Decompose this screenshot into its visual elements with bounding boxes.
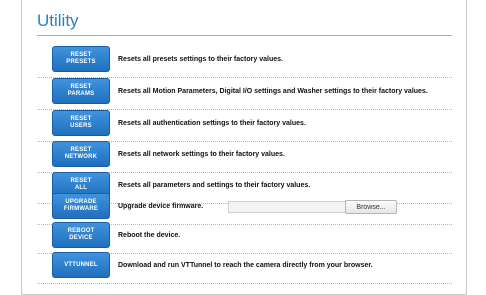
reset-network-description: Resets all network settings to their fac… [118,150,285,158]
reset-all-button-line2: ALL [74,185,88,191]
reset-presets-row: RESET PRESETS Resets all presets setting… [37,46,452,78]
reboot-device-row: REBOOT DEVICE Reboot the device. [37,222,452,254]
reset-network-row: RESET NETWORK Resets all network setting… [37,141,452,173]
reboot-device-description: Reboot the device. [118,231,181,239]
reset-params-button[interactable]: RESET PARAMS [52,78,110,104]
reset-network-button-line1: RESET [70,147,92,153]
upgrade-firmware-button-line2: FIRMWARE [63,206,99,212]
reset-presets-button-line2: PRESETS [66,59,96,65]
vttunnel-button[interactable]: VTTUNNEL [52,252,110,278]
reset-network-button-line2: NETWORK [64,154,98,160]
reboot-device-button[interactable]: REBOOT DEVICE [52,222,110,248]
reboot-device-button-line1: REBOOT [67,228,95,234]
upgrade-firmware-button[interactable]: UPGRADE FIRMWARE [52,193,110,219]
reset-params-description: Resets all Motion Parameters, Digital I/… [118,87,428,95]
reset-users-button-line1: RESET [70,116,92,122]
section-title: Utility [37,11,79,30]
upgrade-firmware-description: Upgrade device firmware. [118,202,204,210]
reset-users-button-line2: USERS [70,123,92,129]
vttunnel-row: VTTUNNEL Download and run VTTunnel to re… [37,252,452,284]
vttunnel-button-label: VTTUNNEL [64,261,98,268]
upgrade-firmware-button-line1: UPGRADE [65,199,97,205]
upgrade-firmware-row: UPGRADE FIRMWARE Upgrade device firmware… [37,193,452,225]
reset-users-description: Resets all authentication settings to th… [118,119,306,127]
reset-network-button[interactable]: RESET NETWORK [52,141,110,167]
reset-users-button[interactable]: RESET USERS [52,110,110,136]
firmware-file-input[interactable] [228,201,347,213]
reset-presets-button-line1: RESET [70,52,92,58]
reset-params-button-line2: PARAMS [67,91,95,97]
reset-params-button-line1: RESET [70,84,92,90]
vttunnel-description: Download and run VTTunnel to reach the c… [118,261,373,269]
browse-button[interactable]: Browse... [345,200,397,214]
title-divider [37,35,452,36]
row-divider [37,283,452,284]
reset-all-button-line1: RESET [70,178,92,184]
reset-presets-description: Resets all presets settings to their fac… [118,55,283,63]
reset-users-row: RESET USERS Resets all authentication se… [37,110,452,142]
reset-presets-button[interactable]: RESET PRESETS [52,46,110,72]
reset-params-row: RESET PARAMS Resets all Motion Parameter… [37,78,452,110]
reboot-device-button-line2: DEVICE [69,235,93,241]
